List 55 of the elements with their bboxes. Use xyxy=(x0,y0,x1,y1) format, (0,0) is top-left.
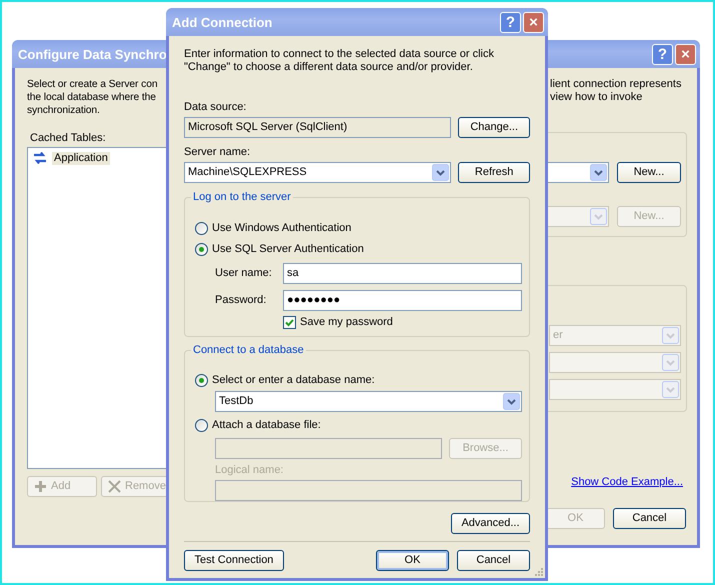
caret-icon xyxy=(662,381,679,398)
help-button[interactable]: ? xyxy=(652,44,673,64)
user-name-label: User name: xyxy=(215,267,273,280)
refresh-button[interactable]: Refresh xyxy=(458,162,530,183)
server-name-combo[interactable]: Machine\SQLEXPRESS xyxy=(184,162,452,183)
caret-icon xyxy=(662,327,679,344)
connection-combo[interactable] xyxy=(547,162,609,183)
sync-icon xyxy=(32,151,48,165)
advanced-button[interactable]: Advanced... xyxy=(451,513,530,534)
radio-button[interactable] xyxy=(195,243,208,256)
group-legend: Log on to the server xyxy=(191,191,293,204)
x-icon xyxy=(108,480,121,493)
cached-tables-label: Cached Tables: xyxy=(30,132,107,145)
radio-button[interactable] xyxy=(195,222,208,235)
table-item[interactable]: Application xyxy=(52,152,110,164)
caret-icon xyxy=(503,393,520,410)
data-source-field[interactable]: Microsoft SQL Server (SqlClient) xyxy=(184,117,452,138)
database-combo[interactable]: TestDb xyxy=(215,391,522,412)
close-button[interactable]: × xyxy=(523,12,544,32)
show-code-link[interactable]: Show Code Example... xyxy=(571,476,683,489)
close-button[interactable]: × xyxy=(675,44,696,64)
window-title: Add Connection xyxy=(172,16,272,28)
radio-label[interactable]: Use Windows Authentication xyxy=(212,222,352,235)
change-button[interactable]: Change... xyxy=(458,117,530,138)
test-connection-button[interactable]: Test Connection xyxy=(184,550,284,571)
logical-name-label: Logical name: xyxy=(215,464,284,477)
caret-icon xyxy=(590,208,607,225)
intro-text: Select or create a Server con the local database where the synchronization. xyxy=(27,78,158,117)
checkbox-label[interactable]: Save my password xyxy=(300,316,393,329)
caret-icon xyxy=(590,164,607,181)
checkbox[interactable] xyxy=(283,316,296,329)
file-field[interactable] xyxy=(215,438,442,459)
help-button[interactable]: ? xyxy=(500,12,521,32)
cancel-button[interactable]: Cancel xyxy=(613,508,686,529)
radio-label[interactable]: Attach a database file: xyxy=(212,419,321,432)
intro-text: Enter information to connect to the selected data source or click "Change" to choose a different data source and/or provider. xyxy=(184,48,495,74)
resize-grip-icon[interactable] xyxy=(534,567,544,577)
radio-label[interactable]: Use SQL Server Authentication xyxy=(212,243,364,256)
radio-button[interactable] xyxy=(195,419,208,432)
ok-button[interactable]: OK xyxy=(376,550,449,571)
caret-icon xyxy=(662,354,679,371)
intro-text: lient connection represents view how to invoke xyxy=(549,78,682,104)
password-label: Password: xyxy=(215,294,268,307)
radio-button[interactable] xyxy=(195,374,208,387)
radio-label[interactable]: Select or enter a database name: xyxy=(212,374,375,387)
logical-name-field[interactable] xyxy=(215,480,522,501)
user-name-field[interactable]: sa xyxy=(283,263,522,284)
server-name-label: Server name: xyxy=(184,146,252,159)
window-title: Configure Data Synchro xyxy=(18,48,167,60)
password-field[interactable]: ●●●●●●●● xyxy=(283,290,522,311)
new-button[interactable]: New... xyxy=(617,162,681,183)
data-source-label: Data source: xyxy=(184,101,248,114)
cancel-button[interactable]: Cancel xyxy=(457,550,530,571)
plus-icon xyxy=(34,480,47,493)
caret-icon xyxy=(432,164,450,181)
